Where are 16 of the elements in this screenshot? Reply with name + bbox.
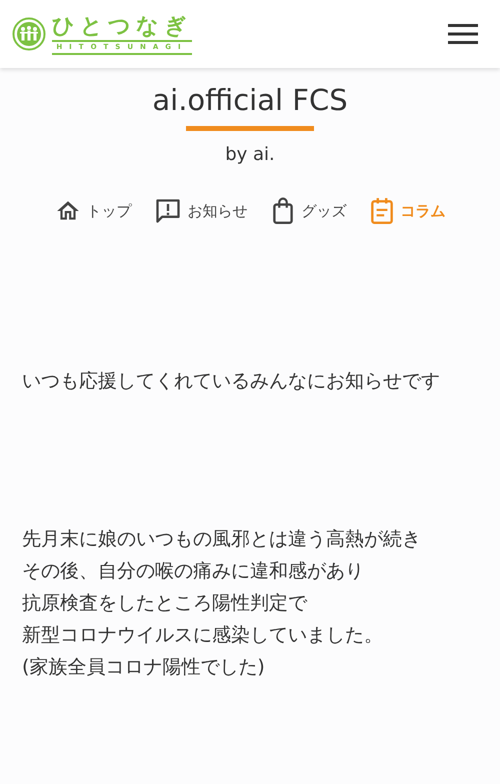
logo-text: ひとつなぎ — [52, 14, 192, 42]
body-text: 先月末に娘のいつもの風邪とは違う高熱が続き — [22, 527, 421, 552]
body-text: いつも応援してくれているみんなにお知らせです — [22, 369, 440, 394]
body-text: 抗原検査をしたところ陽性判定で — [22, 591, 307, 616]
body-text: (家族全員コロナ陽性でした) — [22, 655, 265, 680]
body-text: 新型コロナウイルスに感染していました。 — [22, 623, 383, 648]
exclamation-bubble-icon — [154, 197, 182, 225]
byline: by ai. — [224, 143, 276, 167]
nav-tab[interactable]: トップ — [54, 197, 132, 225]
calendar-note-icon — [368, 197, 394, 225]
people-circle-icon — [12, 17, 46, 51]
menu-icon — [448, 23, 478, 45]
body-text: その後、自分の喉の痛みに違和感があり — [22, 559, 364, 584]
nav-tab[interactable]: グッズ — [270, 197, 346, 225]
nav-tab[interactable]: お知らせ — [154, 197, 248, 225]
page-title: ai.official FCS — [151, 82, 349, 118]
